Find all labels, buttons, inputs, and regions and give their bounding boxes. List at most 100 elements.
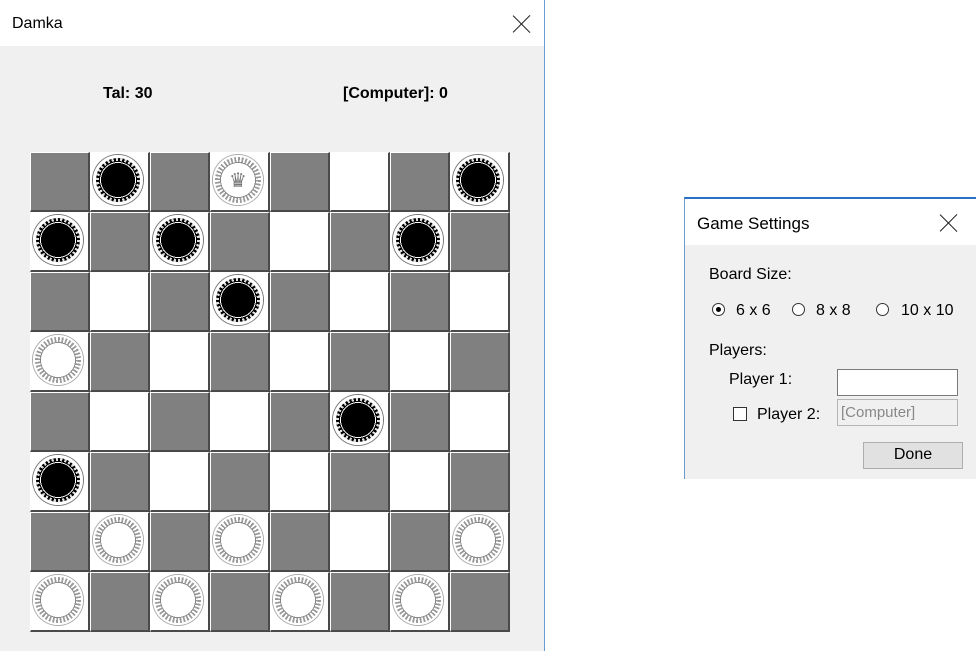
board-square[interactable] [30,512,90,572]
board-square[interactable] [210,512,270,572]
black-piece[interactable] [93,155,143,205]
board-square[interactable] [30,152,90,212]
board-square[interactable] [450,572,510,632]
board-square[interactable] [90,512,150,572]
board-square[interactable] [270,572,330,632]
player1-input[interactable] [837,369,958,396]
white-piece[interactable] [33,335,83,385]
board-square[interactable] [150,212,210,272]
board-square[interactable] [90,452,150,512]
board-square[interactable] [390,152,450,212]
board-square[interactable] [210,452,270,512]
board-square[interactable] [90,272,150,332]
board-square[interactable] [330,452,390,512]
board-square[interactable] [210,212,270,272]
board-square[interactable] [270,512,330,572]
board-square[interactable] [450,332,510,392]
board-square[interactable] [330,212,390,272]
white-piece[interactable] [273,575,323,625]
board-square[interactable] [30,272,90,332]
board-square[interactable] [30,212,90,272]
board-square[interactable] [210,272,270,332]
size-option-8x8-label[interactable]: 8 x 8 [816,302,851,320]
board-square[interactable] [270,152,330,212]
board-square[interactable] [390,572,450,632]
black-piece[interactable] [33,215,83,265]
board-square[interactable] [150,452,210,512]
board-square[interactable] [90,212,150,272]
board-square[interactable] [450,212,510,272]
radio-size-8x8[interactable] [792,303,805,316]
white-piece[interactable] [393,575,443,625]
crown-icon: ♛ [229,168,247,192]
board-square[interactable] [30,332,90,392]
board-square[interactable] [30,452,90,512]
board-square[interactable] [390,212,450,272]
board-square[interactable]: ♛ [210,152,270,212]
board-square[interactable] [150,272,210,332]
damka-window: Damka Tal: 30 [Computer]: 0 ♛ [0,0,545,651]
white-king-piece[interactable]: ♛ [213,155,263,205]
board-square[interactable] [390,272,450,332]
board-square[interactable] [150,572,210,632]
board-square[interactable] [90,572,150,632]
board-square[interactable] [330,152,390,212]
board-square[interactable] [390,392,450,452]
board-square[interactable] [330,512,390,572]
player1-label: Player 1: [729,371,793,388]
board-square[interactable] [330,572,390,632]
black-piece[interactable] [333,395,383,445]
size-option-6x6-label[interactable]: 6 x 6 [736,302,771,320]
board-square[interactable] [150,512,210,572]
board-square[interactable] [90,392,150,452]
settings-title: Game Settings [697,214,810,233]
board-square[interactable] [210,392,270,452]
board-square[interactable] [210,572,270,632]
white-piece[interactable] [153,575,203,625]
white-piece[interactable] [93,515,143,565]
board-square[interactable] [270,212,330,272]
board-square[interactable] [390,452,450,512]
board-square[interactable] [450,272,510,332]
white-piece[interactable] [453,515,503,565]
done-button[interactable]: Done [863,442,963,469]
black-piece[interactable] [213,275,263,325]
board-square[interactable] [210,332,270,392]
board-square[interactable] [150,332,210,392]
settings-titlebar: Game Settings [685,199,976,245]
board-square[interactable] [450,392,510,452]
board-square[interactable] [30,392,90,452]
board-square[interactable] [270,272,330,332]
close-icon[interactable] [512,14,532,34]
board-square[interactable] [150,392,210,452]
players-label: Players: [709,342,767,359]
board-square[interactable] [270,332,330,392]
board-square[interactable] [30,572,90,632]
board-square[interactable] [330,332,390,392]
board-square[interactable] [390,332,450,392]
close-icon[interactable] [939,213,959,233]
board-size-label: Board Size: [709,266,792,283]
white-piece[interactable] [213,515,263,565]
black-piece[interactable] [153,215,203,265]
board-square[interactable] [330,392,390,452]
board-square[interactable] [270,452,330,512]
board-square[interactable] [90,152,150,212]
size-option-10x10-label[interactable]: 10 x 10 [901,302,953,320]
black-piece[interactable] [393,215,443,265]
board-square[interactable] [150,152,210,212]
board-square[interactable] [450,152,510,212]
board-square[interactable] [390,512,450,572]
white-piece[interactable] [33,575,83,625]
board-square[interactable] [450,452,510,512]
radio-size-10x10[interactable] [876,303,889,316]
black-piece[interactable] [33,455,83,505]
board-square[interactable] [450,512,510,572]
player2-input [837,399,958,426]
black-piece[interactable] [453,155,503,205]
board-square[interactable] [330,272,390,332]
board-square[interactable] [90,332,150,392]
board-square[interactable] [270,392,330,452]
player2-checkbox[interactable] [733,407,747,421]
radio-size-6x6[interactable] [712,303,725,316]
